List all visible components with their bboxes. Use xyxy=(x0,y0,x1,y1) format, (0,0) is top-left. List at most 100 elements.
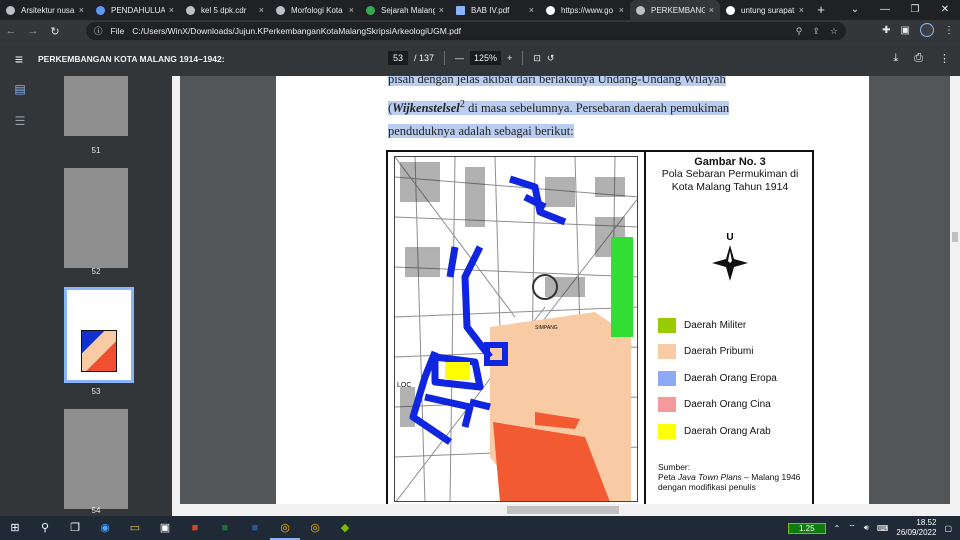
thumbnail-scrollbar[interactable] xyxy=(172,76,180,516)
viewer-scrollbar[interactable] xyxy=(950,76,960,516)
zoom-icon[interactable]: ⚲ xyxy=(796,26,803,37)
tab-kel5[interactable]: kel 5 dpk.cdr × xyxy=(180,0,270,20)
close-icon[interactable]: × xyxy=(169,5,174,15)
print-icon[interactable]: ⎙ xyxy=(914,52,923,65)
tab-bab4[interactable]: BAB IV.pdf × xyxy=(450,0,540,20)
page-total: / 137 xyxy=(414,53,435,63)
powerpoint-icon[interactable]: ■ xyxy=(180,516,210,540)
volume-icon[interactable]: 🔊︎ xyxy=(864,523,869,533)
search-icon[interactable]: ⚲ xyxy=(30,516,60,540)
thumbnail-label: 54 xyxy=(91,506,101,515)
language-icon[interactable]: ⌨ xyxy=(877,524,889,533)
minimize-button[interactable]: — xyxy=(870,0,900,20)
notification-icon[interactable]: ▢ xyxy=(944,524,952,533)
back-icon[interactable]: ← xyxy=(0,25,22,37)
legend-item: Daerah Orang Cina xyxy=(658,397,771,412)
thumbnails-icon[interactable]: ▤ xyxy=(0,82,40,108)
extensions-icon[interactable]: ✚ xyxy=(882,25,890,36)
close-icon[interactable]: × xyxy=(619,5,624,15)
share-icon[interactable]: ⇪ xyxy=(812,26,820,37)
more-icon[interactable]: ⋮ xyxy=(939,52,950,65)
tab-sejarah[interactable]: Sejarah Malang × xyxy=(360,0,450,20)
legend-panel: Gambar No. 3 Pola Sebaran Permukiman di … xyxy=(644,152,814,504)
tab-perkembangan[interactable]: PERKEMBANG × xyxy=(630,0,720,20)
fit-page-icon[interactable]: ⊡ xyxy=(533,53,541,64)
close-icon[interactable]: × xyxy=(709,5,714,15)
tab-google[interactable]: https://www.go × xyxy=(540,0,630,20)
page-controls: 53 / 137 — 125% + ⊡ ↺ xyxy=(388,51,554,65)
side-panel-icon[interactable]: ▣ xyxy=(901,25,910,36)
horizontal-scrollbar[interactable] xyxy=(172,504,950,516)
battery-badge[interactable]: 1.25 xyxy=(787,522,826,534)
network-icon[interactable]: ⌔ xyxy=(848,523,856,533)
thumbnail-page[interactable] xyxy=(64,409,128,509)
page-number-input[interactable]: 53 xyxy=(388,51,408,65)
pdf-viewer[interactable]: pisah dengan jelas akibat dari berlakuny… xyxy=(180,76,950,504)
toolbar: ← → ↻ ⓘ File C:/Users/WinX/Downloads/Juj… xyxy=(0,20,960,42)
app-icon[interactable]: ◆ xyxy=(330,516,360,540)
bookmark-star-icon[interactable]: ☆ xyxy=(830,26,838,37)
address-bar[interactable]: ⓘ File C:/Users/WinX/Downloads/Jujun.KPe… xyxy=(86,22,846,40)
chevron-up-icon[interactable]: ⌃ xyxy=(834,524,841,533)
thumbnail-page[interactable] xyxy=(64,76,128,136)
store-icon[interactable]: ▣ xyxy=(150,516,180,540)
outline-icon[interactable]: ☰ xyxy=(0,114,40,140)
legend-swatch xyxy=(658,424,676,439)
excel-icon[interactable]: ■ xyxy=(210,516,240,540)
text-line: pisah dengan jelas akibat dari berlakuny… xyxy=(388,76,786,92)
clock[interactable]: 18.52 26/09/2022 xyxy=(896,518,936,538)
close-icon[interactable]: × xyxy=(79,5,84,15)
thumbnail-page[interactable] xyxy=(64,168,128,268)
edge-icon[interactable]: ◉ xyxy=(90,516,120,540)
word-icon[interactable]: ■ xyxy=(240,516,270,540)
legend-item: Daerah Orang Arab xyxy=(658,424,771,439)
site-info-icon[interactable]: ⓘ xyxy=(94,25,103,37)
reload-icon[interactable]: ↻ xyxy=(44,25,66,38)
thumbnail-label: 51 xyxy=(91,146,101,155)
globe-icon xyxy=(96,5,105,15)
google-icon xyxy=(726,5,735,15)
legend-item: Daerah Orang Eropa xyxy=(658,371,777,386)
task-view-icon[interactable]: ❐ xyxy=(60,516,90,540)
close-icon[interactable]: × xyxy=(349,5,354,15)
tab-search-icon[interactable]: ⌄ xyxy=(840,0,870,20)
close-window-button[interactable]: ✕ xyxy=(930,0,960,20)
system-tray: 1.25 ⌃ ⌔ 🔊︎ ⌨ 18.52 26/09/2022 ▢ xyxy=(787,516,952,540)
document-icon xyxy=(456,5,465,15)
scroll-thumb[interactable] xyxy=(507,506,619,514)
taskbar: ⊞ ⚲ ❐ ◉ ▭ ▣ ■ ■ ■ ◎ ◎ ◆ 1.25 ⌃ ⌔ 🔊︎ ⌨ 18… xyxy=(0,516,960,540)
close-icon[interactable]: × xyxy=(439,5,444,15)
maximize-button[interactable]: ❐ xyxy=(900,0,930,20)
north-label: U xyxy=(726,232,734,243)
forward-icon[interactable]: → xyxy=(22,25,44,37)
tab-untung[interactable]: untung surapat × xyxy=(720,0,810,20)
avatar[interactable] xyxy=(920,23,934,37)
close-icon[interactable]: × xyxy=(529,5,534,15)
zoom-out-button[interactable]: — xyxy=(455,53,464,63)
more-icon[interactable]: ⋮ xyxy=(944,25,954,36)
figure: LOC SIMPANG Gambar No. 3 Pola Sebaran Pe… xyxy=(386,150,814,504)
windows-start-icon[interactable]: ⊞ xyxy=(0,516,30,540)
close-icon[interactable]: × xyxy=(799,5,804,15)
scroll-thumb[interactable] xyxy=(952,232,958,242)
tab-morfologi[interactable]: Morfologi Kota × xyxy=(270,0,360,20)
figure-subtitle: Kota Malang Tahun 1914 xyxy=(671,181,789,193)
zoom-in-button[interactable]: + xyxy=(507,53,512,63)
tab-pendahuluan[interactable]: PENDAHULUAN× xyxy=(90,0,180,20)
thumbnail-page-current[interactable] xyxy=(64,287,134,383)
file-chip: File xyxy=(110,26,125,36)
new-tab-button[interactable]: + xyxy=(810,0,832,20)
url-text: C:/Users/WinX/Downloads/Jujun.KPerkemban… xyxy=(132,26,462,36)
download-icon[interactable]: ⤓ xyxy=(893,52,898,65)
map-label: LOC xyxy=(397,382,411,389)
tab-arsitektur[interactable]: Arsitektur nusa × xyxy=(0,0,90,20)
menu-icon[interactable]: ≡ xyxy=(0,51,38,67)
zoom-input[interactable]: 125% xyxy=(470,51,502,65)
thumbnail-label: 52 xyxy=(91,267,101,276)
rotate-icon[interactable]: ↺ xyxy=(547,53,555,64)
file-explorer-icon[interactable]: ▭ xyxy=(120,516,150,540)
chrome-profile-icon[interactable]: ◎ xyxy=(300,516,330,540)
close-icon[interactable]: × xyxy=(259,5,264,15)
text-line: penduduknya adalah sebagai berikut: xyxy=(388,124,574,138)
chrome-icon[interactable]: ◎ xyxy=(270,516,300,540)
